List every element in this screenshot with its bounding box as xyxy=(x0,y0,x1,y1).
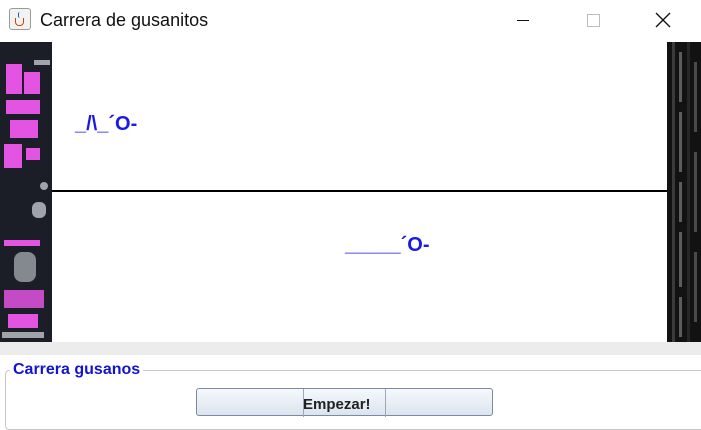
title-bar[interactable]: Carrera de gusanitos xyxy=(0,0,701,40)
maximize-button[interactable] xyxy=(570,0,616,40)
java-cup-icon xyxy=(9,8,31,30)
decorative-right-image xyxy=(667,42,701,342)
worm-1: _/\_´O- xyxy=(75,113,138,135)
minimize-icon xyxy=(517,19,529,21)
minimize-button[interactable] xyxy=(500,0,546,40)
worm-2: _____´O- xyxy=(345,234,430,256)
close-icon xyxy=(655,12,671,28)
start-button-label: Empezar! xyxy=(303,396,371,413)
lane-divider xyxy=(52,190,667,192)
separator-strip xyxy=(0,342,701,355)
start-button[interactable]: Empezar! xyxy=(196,388,493,417)
race-track: _/\_´O- _____´O- xyxy=(0,42,701,342)
decorative-left-image xyxy=(0,42,52,342)
control-panel: Carrera gusanos Empezar! xyxy=(0,355,701,430)
maximize-icon xyxy=(586,13,600,27)
group-legend: Carrera gusanos xyxy=(10,361,144,379)
window-title: Carrera de gusanitos xyxy=(40,10,209,30)
close-button[interactable] xyxy=(640,0,686,40)
